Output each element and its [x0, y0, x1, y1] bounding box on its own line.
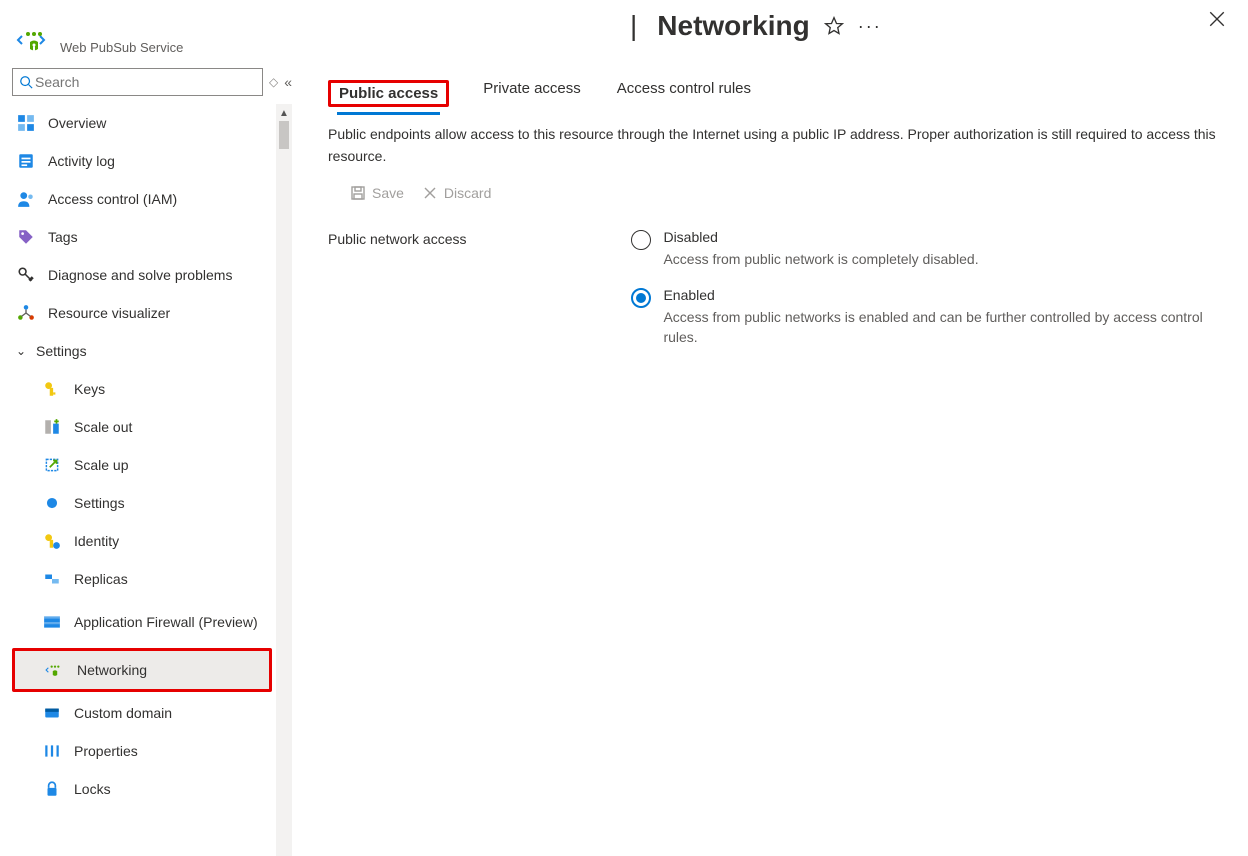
sidebar-item-iam[interactable]: Access control (IAM): [12, 180, 272, 218]
scroll-up-icon[interactable]: ▲: [279, 108, 289, 119]
sidebar-item-label: Keys: [74, 381, 105, 397]
sidebar-item-label: Settings: [74, 495, 125, 511]
sidebar-item-label: Access control (IAM): [48, 191, 177, 207]
discard-icon: [422, 185, 438, 201]
sidebar-item-label: Overview: [48, 115, 106, 131]
sidebar-item-label: Replicas: [74, 571, 128, 587]
tab-public-access[interactable]: Public access: [337, 75, 440, 115]
diagnose-icon: [16, 265, 36, 285]
sidebar-item-label: Scale out: [74, 419, 132, 435]
replicas-icon: [42, 569, 62, 589]
resource-visualizer-icon: [16, 303, 36, 323]
sidebar-item-label: Tags: [48, 229, 78, 245]
sidebar-item-tags[interactable]: Tags: [12, 218, 272, 256]
tab-private-access[interactable]: Private access: [481, 70, 583, 107]
radio-title: Disabled: [663, 229, 978, 245]
sidebar-item-activity-log[interactable]: Activity log: [12, 142, 272, 180]
sidebar-item-networking[interactable]: Networking: [15, 651, 269, 689]
discard-label: Discard: [444, 185, 491, 201]
sidebar-item-keys[interactable]: Keys: [12, 370, 272, 408]
properties-icon: [42, 741, 62, 761]
tab-public-access-highlight: Public access: [328, 80, 449, 107]
sidebar-item-settings[interactable]: Settings: [12, 484, 272, 522]
save-button[interactable]: Save: [350, 185, 404, 201]
identity-icon: [42, 531, 62, 551]
tab-access-control-rules[interactable]: Access control rules: [615, 70, 753, 107]
save-label: Save: [372, 185, 404, 201]
firewall-icon: [42, 612, 62, 632]
sidebar-item-custom-domain[interactable]: Custom domain: [12, 694, 272, 732]
scale-out-icon: [42, 417, 62, 437]
radio-description: Access from public network is completely…: [663, 249, 978, 269]
radio-option-disabled[interactable]: Disabled Access from public network is c…: [631, 229, 1228, 269]
sidebar-item-label: Resource visualizer: [48, 305, 170, 321]
tab-description: Public endpoints allow access to this re…: [328, 123, 1228, 167]
sidebar-item-label: Diagnose and solve problems: [48, 267, 232, 283]
sidebar-item-label: Activity log: [48, 153, 115, 169]
webpubsub-service-icon: [16, 22, 52, 58]
custom-domain-icon: [42, 703, 62, 723]
sidebar-item-diagnose[interactable]: Diagnose and solve problems: [12, 256, 272, 294]
radio-option-enabled[interactable]: Enabled Access from public networks is e…: [631, 287, 1228, 347]
sidebar-item-replicas[interactable]: Replicas: [12, 560, 272, 598]
radio-description: Access from public networks is enabled a…: [663, 307, 1228, 347]
radio-title: Enabled: [663, 287, 1228, 303]
sidebar-item-label: Scale up: [74, 457, 128, 473]
chevron-down-icon: ⌄: [16, 344, 30, 358]
save-icon: [350, 185, 366, 201]
sidebar-item-label: Custom domain: [74, 705, 172, 721]
favorite-star-icon[interactable]: [824, 16, 844, 36]
sidebar-item-scale-up[interactable]: Scale up: [12, 446, 272, 484]
title-separator: |: [630, 10, 637, 42]
tags-icon: [16, 227, 36, 247]
scroll-thumb[interactable]: [279, 121, 289, 149]
keys-icon: [42, 379, 62, 399]
gear-icon: [42, 493, 62, 513]
networking-icon: [45, 660, 65, 680]
sidebar-item-app-firewall[interactable]: Application Firewall (Preview): [12, 598, 272, 646]
sidebar-item-locks[interactable]: Locks: [12, 770, 272, 808]
search-icon: [19, 75, 33, 89]
service-name: Web PubSub Service: [60, 40, 183, 55]
sidebar-item-label: Locks: [74, 781, 111, 797]
more-ellipsis-icon[interactable]: ···: [858, 16, 882, 37]
sidebar-group-settings[interactable]: ⌄ Settings: [12, 332, 272, 370]
sidebar-item-properties[interactable]: Properties: [12, 732, 272, 770]
sidebar-item-label: Networking: [77, 662, 147, 678]
radio-icon-checked: [631, 288, 651, 308]
page-title: Networking: [657, 10, 809, 42]
sidebar-item-networking-highlight: Networking: [12, 648, 272, 692]
collapse-sidebar-icon[interactable]: «: [284, 74, 292, 90]
sidebar-item-label: Application Firewall (Preview): [74, 613, 258, 631]
sidebar-scrollbar[interactable]: ▲: [276, 104, 292, 856]
sidebar-item-resource-visualizer[interactable]: Resource visualizer: [12, 294, 272, 332]
scale-up-icon: [42, 455, 62, 475]
overview-icon: [16, 113, 36, 133]
sidebar-item-overview[interactable]: Overview: [12, 104, 272, 142]
activity-log-icon: [16, 151, 36, 171]
sidebar-item-scale-out[interactable]: Scale out: [12, 408, 272, 446]
search-input[interactable]: [12, 68, 263, 96]
lock-icon: [42, 779, 62, 799]
iam-icon: [16, 189, 36, 209]
radio-icon: [631, 230, 651, 250]
resize-handle-icon[interactable]: ◇: [269, 75, 278, 89]
public-network-access-label: Public network access: [328, 229, 631, 347]
discard-button[interactable]: Discard: [422, 185, 491, 201]
sidebar-item-label: Identity: [74, 533, 119, 549]
sidebar-item-identity[interactable]: Identity: [12, 522, 272, 560]
sidebar-group-label: Settings: [36, 343, 87, 359]
sidebar-item-label: Properties: [74, 743, 138, 759]
